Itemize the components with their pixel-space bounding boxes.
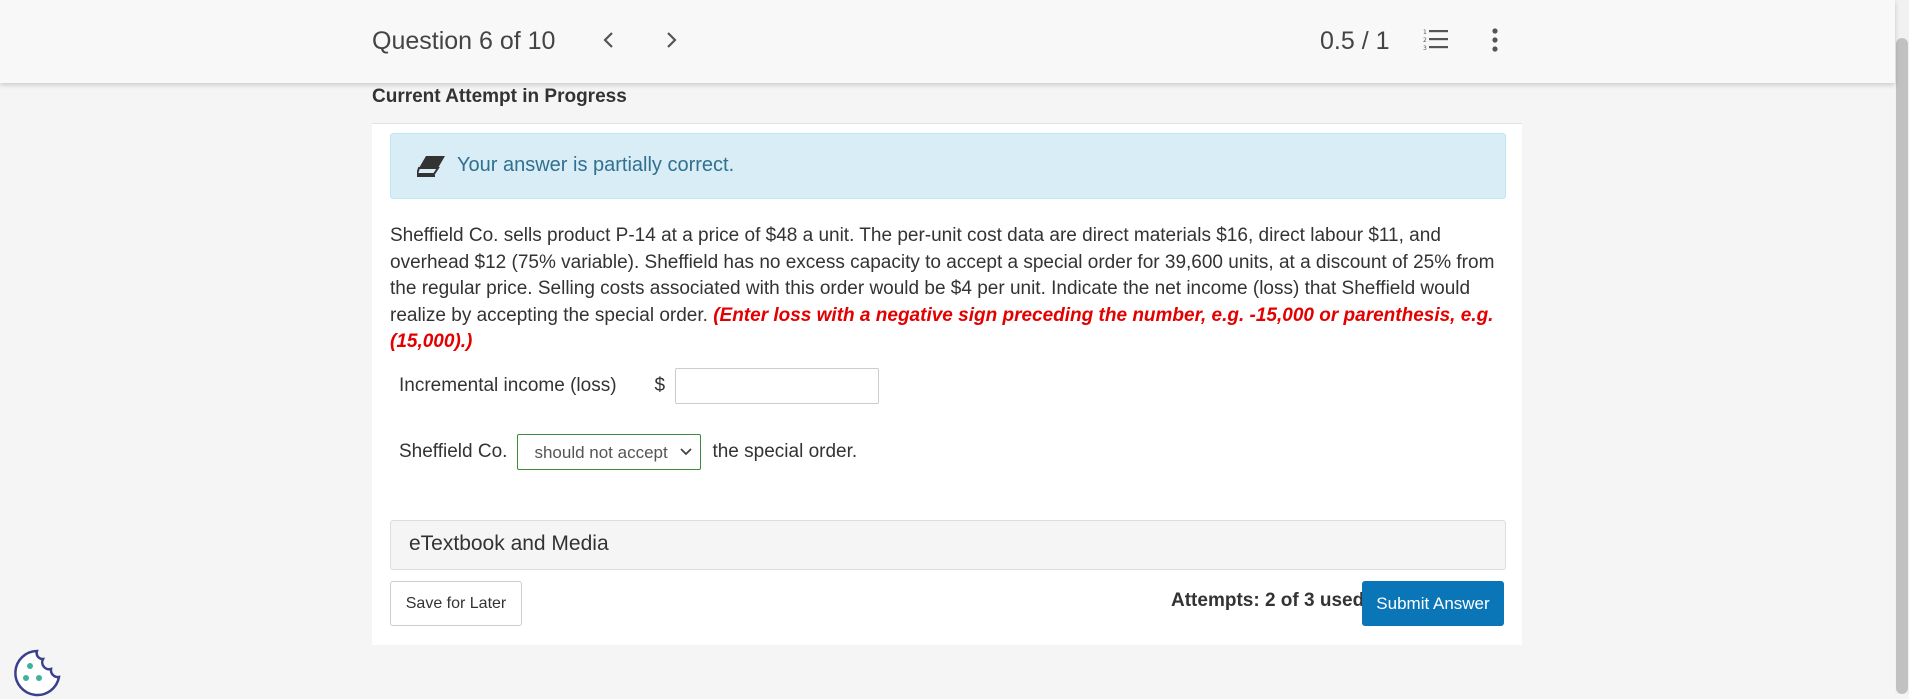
svg-text:2: 2 [1423, 37, 1427, 44]
scrollbar-track[interactable] [1895, 0, 1909, 694]
incremental-income-label: Incremental income (loss) [399, 375, 617, 396]
feedback-alert: Your answer is partially correct. [390, 133, 1506, 199]
decision-suffix: the special order. [712, 441, 858, 462]
next-question-button[interactable] [656, 23, 686, 57]
eraser-icon [417, 156, 445, 177]
accept-decision-select[interactable]: should not accept [517, 434, 702, 470]
decision-prefix: Sheffield Co. [399, 441, 508, 462]
attempt-status: Current Attempt in Progress [372, 86, 627, 107]
incremental-income-row: Incremental income (loss) $ [399, 366, 880, 406]
scrollbar-thumb[interactable] [1896, 38, 1908, 694]
save-for-later-button[interactable]: Save for Later [390, 581, 522, 626]
question-panel: Current Attempt in Progress Your answer … [372, 83, 1522, 645]
incremental-income-input[interactable] [675, 368, 880, 404]
attempts-counter: Attempts: 2 of 3 used [1171, 590, 1365, 611]
accept-decision-value: should not accept [534, 443, 668, 462]
svg-text:3: 3 [1423, 45, 1427, 52]
question-counter: Question 6 of 10 [372, 27, 556, 55]
chevron-left-icon [603, 32, 613, 48]
chevron-down-icon [680, 448, 693, 456]
question-text: Sheffield Co. sells product P-14 at a pr… [390, 223, 1510, 356]
decision-row: Sheffield Co. should not accept the spec… [399, 432, 857, 472]
numbered-list-icon[interactable]: 1 2 3 [1423, 27, 1449, 53]
attempt-status-bar: Current Attempt in Progress [372, 83, 1522, 124]
feedback-message: Your answer is partially correct. [457, 154, 735, 176]
submit-answer-button[interactable]: Submit Answer [1362, 581, 1504, 626]
previous-question-button[interactable] [594, 23, 624, 57]
svg-text:1: 1 [1423, 29, 1427, 36]
etextbook-media-title: eTextbook and Media [409, 532, 609, 555]
question-header: Question 6 of 10 0.5 / 1 1 2 3 [0, 0, 1895, 83]
etextbook-media-panel[interactable]: eTextbook and Media [390, 520, 1506, 570]
cookie-settings-icon[interactable] [11, 647, 63, 699]
score-display: 0.5 / 1 [1320, 27, 1390, 55]
chevron-right-icon [667, 32, 677, 48]
more-vertical-icon[interactable] [1482, 26, 1508, 54]
currency-symbol: $ [654, 375, 666, 396]
